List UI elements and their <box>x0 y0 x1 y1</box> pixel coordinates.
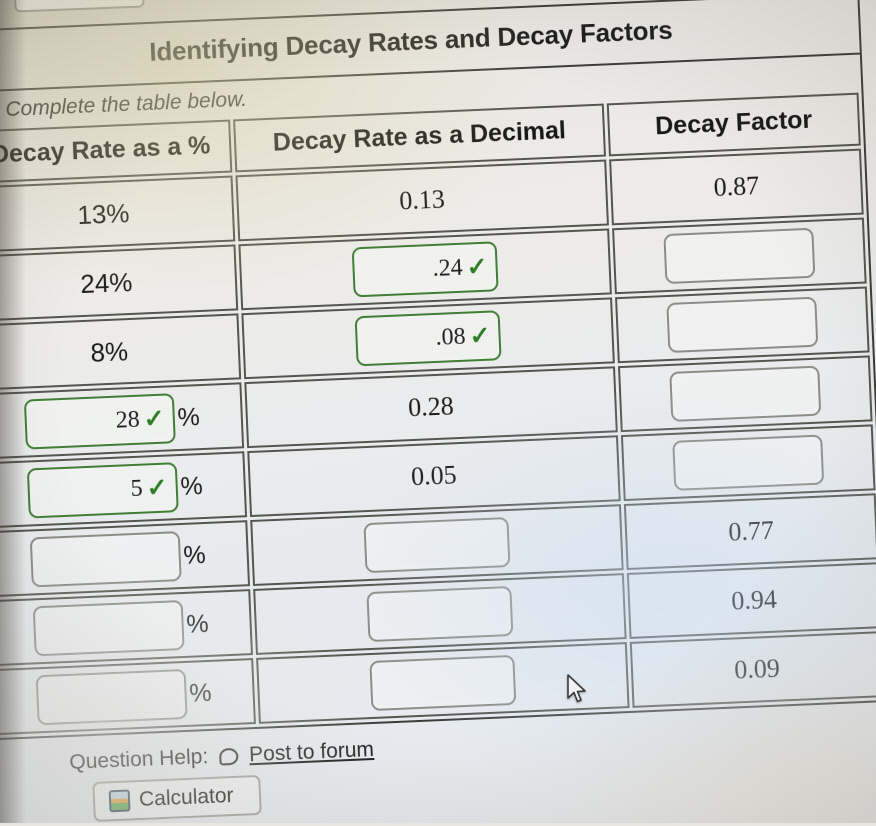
cell-decimal <box>255 642 630 724</box>
cell-decimal <box>249 504 624 586</box>
percent-input-value: 28 <box>115 406 141 434</box>
percent-sign-label: % <box>185 609 210 639</box>
static-percent-value: 8% <box>89 335 129 368</box>
factor-input[interactable] <box>663 227 816 285</box>
column-header-factor: Decay Factor <box>606 92 861 157</box>
percent-sign-label: % <box>179 471 204 501</box>
calculator-button-label: Calculator <box>138 784 235 812</box>
decimal-input[interactable]: .24 ✓ <box>351 241 499 298</box>
cell-factor <box>612 217 867 295</box>
cell-factor <box>618 355 873 433</box>
cell-percent: 8% <box>0 313 241 391</box>
cell-decimal: .08 ✓ <box>241 297 615 380</box>
static-factor-value: 0.87 <box>713 170 760 202</box>
decimal-input[interactable] <box>366 585 514 643</box>
post-to-forum-link[interactable]: Post to forum <box>249 738 375 767</box>
worksheet-panel: Identifying Decay Rates and Decay Factor… <box>0 0 876 826</box>
cell-percent: 28 ✓ % <box>0 382 244 460</box>
cell-decimal <box>252 573 627 655</box>
cell-percent: 5 ✓ % <box>0 451 247 529</box>
static-factor-value: 0.09 <box>733 653 781 685</box>
static-decimal-value: 0.28 <box>407 391 455 423</box>
percent-input[interactable] <box>32 600 185 657</box>
static-percent-value: 24% <box>79 266 133 299</box>
percent-input-value: 5 <box>130 475 144 502</box>
static-decimal-value: 0.05 <box>410 460 458 492</box>
check-icon: ✓ <box>468 321 492 350</box>
question-help-label: Question Help: <box>68 745 209 774</box>
cell-percent: % <box>0 589 253 667</box>
percent-sign-label: % <box>176 402 201 432</box>
percent-sign-label: % <box>182 540 207 570</box>
factor-input[interactable] <box>669 365 822 422</box>
column-header-percent: Decay Rate as a % <box>0 119 233 184</box>
cell-percent: % <box>0 520 250 598</box>
static-factor-value: 0.77 <box>727 515 775 547</box>
percent-input[interactable] <box>29 531 182 588</box>
speech-bubble-icon <box>218 747 239 766</box>
cell-decimal: 0.13 <box>235 159 609 242</box>
calculator-icon <box>108 789 131 813</box>
cell-percent: 13% <box>0 175 236 253</box>
cell-factor <box>620 424 876 502</box>
percent-sign-label: % <box>188 678 213 708</box>
decimal-input-value: .24 <box>432 254 464 282</box>
check-icon: ✓ <box>465 252 489 282</box>
decimal-input[interactable]: .08 ✓ <box>354 310 502 367</box>
cell-decimal: 0.05 <box>247 435 621 518</box>
cell-factor: 0.77 <box>623 493 876 570</box>
decimal-input[interactable] <box>369 654 517 712</box>
cell-factor <box>615 286 870 364</box>
cell-factor: 0.94 <box>626 562 876 639</box>
cell-percent: 24% <box>0 244 239 322</box>
calculator-button[interactable]: Calculator <box>92 774 262 822</box>
percent-input[interactable]: 5 ✓ <box>26 462 179 519</box>
table-body: 13% 0.13 0.87 24% .24 ✓ 8% .08 ✓ 28 ✓ % … <box>0 148 876 736</box>
static-decimal-value: 0.13 <box>398 184 446 216</box>
decimal-input-value: .08 <box>434 323 467 351</box>
static-factor-value: 0.94 <box>730 584 778 616</box>
instruction-text: Complete the table below. <box>4 87 248 122</box>
decay-table: Decay Rate as a % Decay Rate as a Decima… <box>0 89 876 741</box>
check-icon: ✓ <box>143 404 166 433</box>
cell-factor: 0.87 <box>609 148 864 226</box>
cell-decimal: 0.28 <box>244 366 618 449</box>
cell-factor: 0.09 <box>629 631 876 708</box>
factor-input[interactable] <box>666 296 819 354</box>
percent-input[interactable] <box>35 668 188 726</box>
static-percent-value: 13% <box>76 197 131 230</box>
percent-input[interactable]: 28 ✓ <box>23 393 176 450</box>
decimal-input[interactable] <box>363 517 511 574</box>
cell-decimal: .24 ✓ <box>238 228 612 311</box>
factor-input[interactable] <box>672 434 825 491</box>
check-icon: ✓ <box>145 473 169 502</box>
cell-percent: % <box>0 658 256 736</box>
